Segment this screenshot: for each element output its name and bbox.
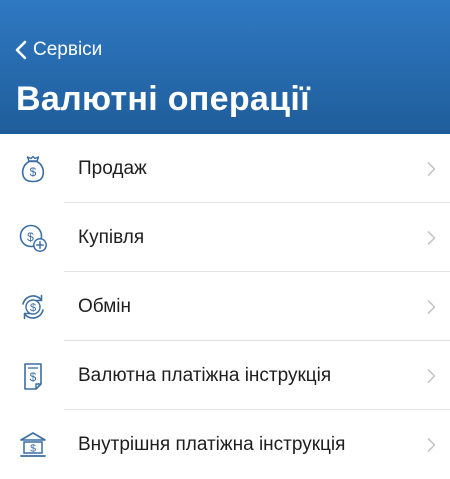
chevron-right-icon <box>427 368 436 383</box>
chevron-right-icon <box>427 437 436 452</box>
operations-list: $ Продаж $ Купівля $ Обмін $ Валютна пла… <box>0 134 450 479</box>
chevron-right-icon <box>427 299 436 314</box>
svg-text:$: $ <box>30 165 37 179</box>
list-item-label: Купівля <box>78 226 145 248</box>
list-item-label: Обмін <box>78 295 132 317</box>
dollar-coin-plus-icon: $ <box>18 223 48 253</box>
dollar-document-icon: $ <box>18 361 48 391</box>
list-item-currency-payment-instruction[interactable]: $ Валютна платіжна інструкція <box>0 341 450 410</box>
svg-text:$: $ <box>30 442 36 454</box>
back-button[interactable]: Сервіси <box>15 38 102 62</box>
list-item-sell[interactable]: $ Продаж <box>0 134 450 203</box>
navigation-header: Сервіси Валютні операції <box>0 0 450 134</box>
chevron-right-icon <box>427 230 436 245</box>
svg-text:$: $ <box>27 230 34 244</box>
list-item-exchange[interactable]: $ Обмін <box>0 272 450 341</box>
list-item-label: Продаж <box>78 157 147 179</box>
list-item-internal-payment-instruction[interactable]: $ Внутрішня платіжна інструкція <box>0 410 450 479</box>
currency-exchange-icon: $ <box>18 292 48 322</box>
money-bag-dollar-icon: $ <box>18 154 48 184</box>
list-item-label: Валютна платіжна інструкція <box>78 364 332 386</box>
chevron-right-icon <box>427 161 436 176</box>
chevron-left-icon <box>15 40 27 60</box>
list-item-label: Внутрішня платіжна інструкція <box>78 433 346 455</box>
list-item-buy[interactable]: $ Купівля <box>0 203 450 272</box>
back-button-label: Сервіси <box>33 39 103 60</box>
bank-dollar-icon: $ <box>18 430 48 460</box>
svg-text:$: $ <box>30 370 37 384</box>
page-title: Валютні операції <box>16 80 310 118</box>
svg-text:$: $ <box>30 302 36 314</box>
